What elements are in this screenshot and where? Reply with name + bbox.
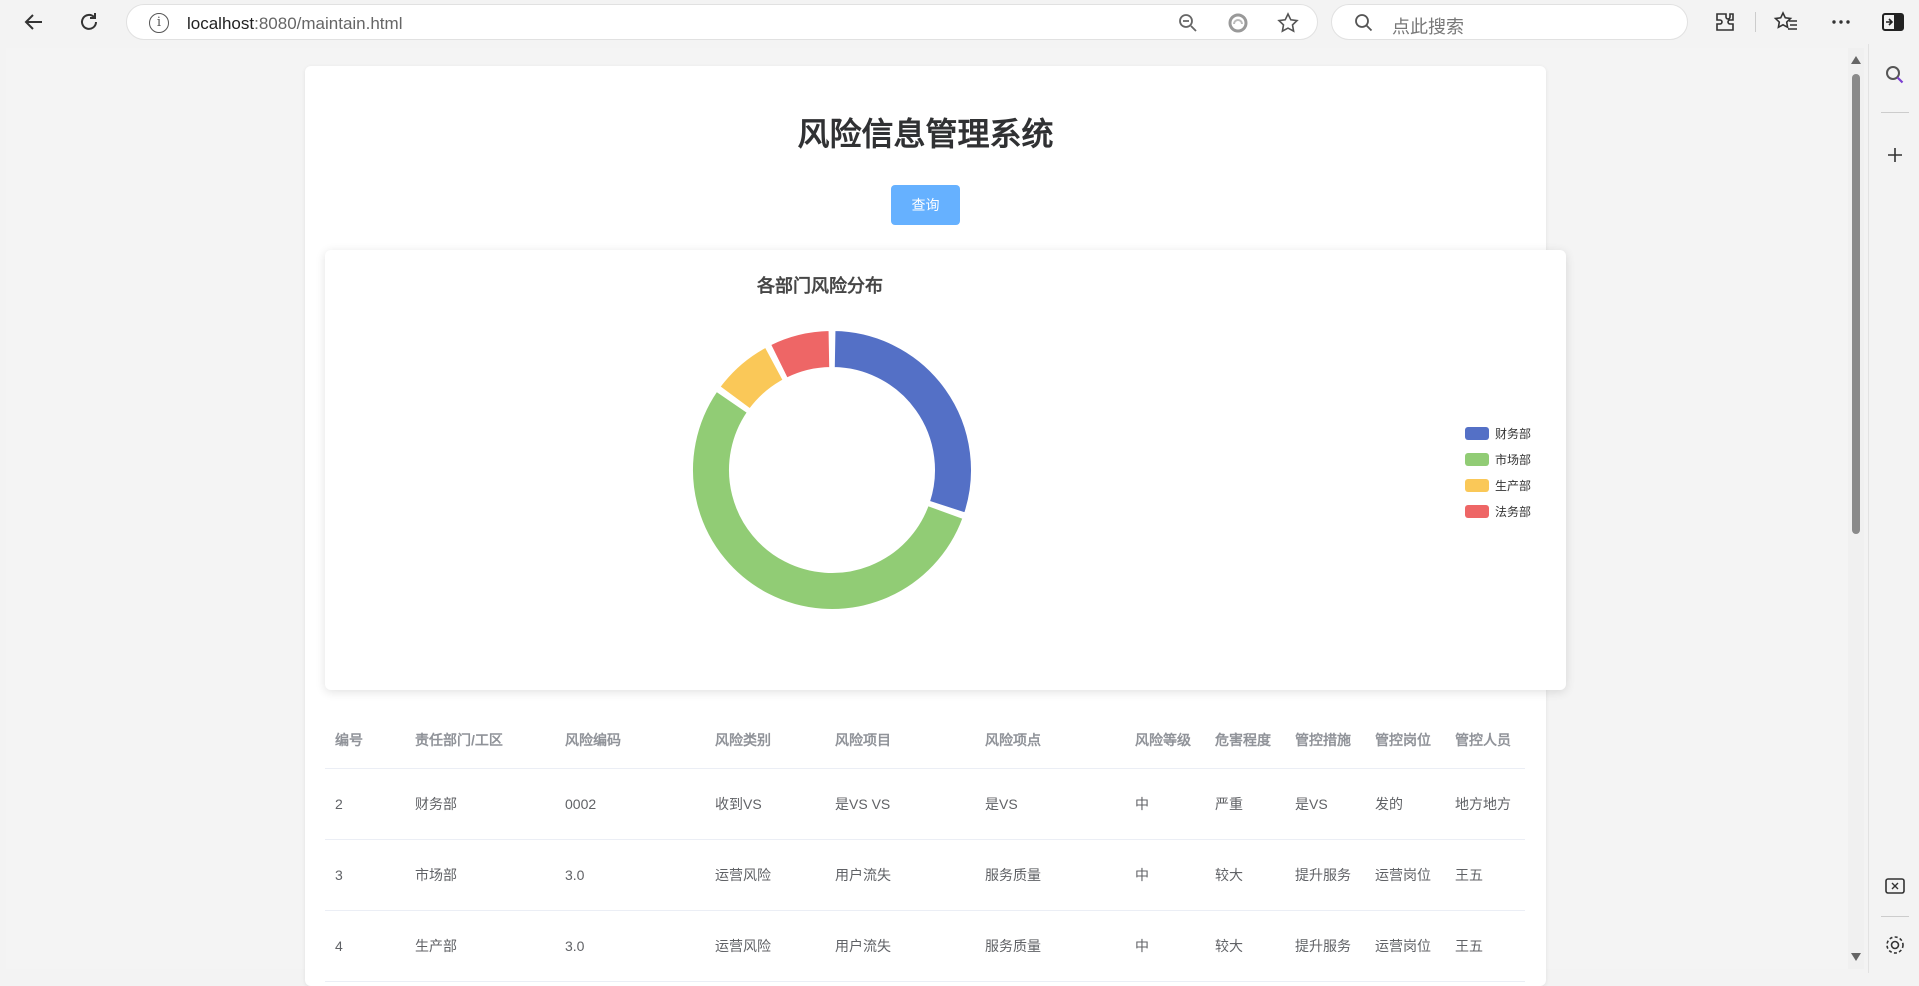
table-header-cell: 风险编码 xyxy=(555,712,705,769)
table-header-cell: 风险类别 xyxy=(705,712,825,769)
table-cell: 严重 xyxy=(1205,768,1285,840)
legend-item[interactable]: 财务部 xyxy=(1465,420,1531,446)
table-cell: 服务质量 xyxy=(975,839,1125,911)
toolbar-divider xyxy=(1755,12,1756,32)
table-cell: 中 xyxy=(1125,910,1205,982)
table-header-cell: 风险项点 xyxy=(975,712,1125,769)
sidebar-divider xyxy=(1881,916,1909,917)
table-cell: 王五 xyxy=(1445,910,1525,982)
chart-panel: 各部门风险分布 财务部 市场部 生产部 法务部 xyxy=(325,250,1566,690)
legend-swatch xyxy=(1465,478,1489,492)
table-header-cell: 风险项目 xyxy=(825,712,975,769)
risk-table: 编号 责任部门/工区 风险编码 风险类别 风险项目 风险项点 风险等级 危害程度 管控措施 管控岗… xyxy=(325,712,1525,982)
address-url[interactable]: localhost:8080/maintain.html xyxy=(187,14,402,34)
table-cell: 用户流失 xyxy=(825,910,975,982)
table-cell: 较大 xyxy=(1205,910,1285,982)
query-button[interactable]: 查询 xyxy=(891,185,960,225)
table-header-cell: 风险等级 xyxy=(1125,712,1205,769)
legend-label: 法务部 xyxy=(1495,504,1532,519)
table-cell: 生产部 xyxy=(405,910,555,982)
table-cell: 运营岗位 xyxy=(1365,839,1445,911)
page-title: 风险信息管理系统 xyxy=(797,116,1054,152)
table-cell: 是VS xyxy=(1285,768,1365,840)
table-cell: 提升服务 xyxy=(1285,910,1365,982)
legend-item[interactable]: 生产部 xyxy=(1465,472,1531,498)
donut-chart xyxy=(691,329,973,611)
sidebar-search-icon[interactable] xyxy=(1882,62,1908,88)
legend-item[interactable]: 法务部 xyxy=(1465,498,1531,524)
page-scrollbar[interactable] xyxy=(1848,48,1864,969)
scroll-down-arrow[interactable] xyxy=(1851,953,1861,961)
table-header-cell: 管控措施 xyxy=(1285,712,1365,769)
search-placeholder: 点此搜索 xyxy=(1392,17,1464,37)
table-header-cell: 管控人员 xyxy=(1445,712,1525,769)
table-cell: 4 xyxy=(325,910,405,982)
favorite-star-icon[interactable] xyxy=(1277,12,1299,34)
table-cell: 中 xyxy=(1125,839,1205,911)
table-cell: 运营岗位 xyxy=(1365,910,1445,982)
table-cell: 中 xyxy=(1125,768,1205,840)
table-row[interactable]: 4 生产部 3.0 运营风险 用户流失 服务质量中较大 提升服务 运营岗位 王五 xyxy=(325,910,1525,982)
more-icon[interactable] xyxy=(1828,9,1854,35)
table-header-row: 编号 责任部门/工区 风险编码 风险类别 风险项目 风险项点 风险等级 危害程度 管控措施 管控岗… xyxy=(325,712,1525,769)
table-cell: 是VS xyxy=(975,768,1125,840)
sidebar-toggle-icon[interactable] xyxy=(1880,9,1906,35)
screenshot-icon[interactable] xyxy=(1882,874,1908,900)
scrollbar-thumb[interactable] xyxy=(1852,74,1860,534)
table-cell: 2 xyxy=(325,768,405,840)
table-row[interactable]: 3 市场部 3.0 运营风险 用户流失 服务质量中较大 提升服务 运营岗位 王五 xyxy=(325,839,1525,911)
table-cell: 运营风险 xyxy=(705,910,825,982)
favorites-icon[interactable] xyxy=(1773,9,1799,35)
table-body: 2 财务部 0002 收到VS 是VS VS 是VS 中严重 是VS 发的 地方地方 3 市场部 3.0… xyxy=(325,768,1525,982)
table-cell: 地方地方 xyxy=(1445,768,1525,840)
table-cell: 市场部 xyxy=(405,839,555,911)
browser-search-box[interactable]: 点此搜索 xyxy=(1331,4,1688,40)
table-cell: 运营风险 xyxy=(705,839,825,911)
table-cell: 3.0 xyxy=(555,910,705,982)
donut-slice-0[interactable] xyxy=(832,329,973,515)
search-icon xyxy=(1354,13,1374,38)
address-bar[interactable]: i localhost:8080/maintain.html xyxy=(126,4,1318,40)
site-info-icon[interactable]: i xyxy=(149,13,169,33)
table-row[interactable]: 2 财务部 0002 收到VS 是VS VS 是VS 中严重 是VS 发的 地方地方 xyxy=(325,768,1525,840)
legend-item[interactable]: 市场部 xyxy=(1465,446,1531,472)
edge-icon[interactable] xyxy=(1227,12,1249,34)
settings-gear-icon[interactable] xyxy=(1882,932,1908,958)
table-cell: 王五 xyxy=(1445,839,1525,911)
table-cell: 财务部 xyxy=(405,768,555,840)
legend-label: 财务部 xyxy=(1495,426,1532,441)
sidebar-divider xyxy=(1881,112,1909,113)
scroll-up-arrow[interactable] xyxy=(1851,56,1861,64)
table-cell: 收到VS xyxy=(705,768,825,840)
table-header-cell: 编号 xyxy=(325,712,405,769)
legend-swatch xyxy=(1465,426,1489,440)
legend-label: 生产部 xyxy=(1495,478,1532,493)
table-cell: 发的 xyxy=(1365,768,1445,840)
browser-sidebar xyxy=(1868,44,1919,973)
extensions-icon[interactable] xyxy=(1712,9,1738,35)
legend-label: 市场部 xyxy=(1495,452,1532,467)
table-cell: 3.0 xyxy=(555,839,705,911)
reload-icon[interactable] xyxy=(74,7,104,37)
table-cell: 用户流失 xyxy=(825,839,975,911)
legend-swatch xyxy=(1465,452,1489,466)
table-header-cell: 危害程度 xyxy=(1205,712,1285,769)
table-cell: 较大 xyxy=(1205,839,1285,911)
table-cell: 提升服务 xyxy=(1285,839,1365,911)
zoom-out-icon[interactable] xyxy=(1177,12,1199,34)
add-icon[interactable] xyxy=(1882,142,1908,168)
back-icon[interactable] xyxy=(19,7,49,37)
table-cell: 3 xyxy=(325,839,405,911)
table-cell: 是VS VS xyxy=(825,768,975,840)
legend-swatch xyxy=(1465,504,1489,518)
table-header-cell: 管控岗位 xyxy=(1365,712,1445,769)
table-cell: 0002 xyxy=(555,768,705,840)
table-header-cell: 责任部门/工区 xyxy=(405,712,555,769)
table-cell: 服务质量 xyxy=(975,910,1125,982)
chart-legend: 财务部市场部生产部法务部 xyxy=(1465,420,1531,524)
browser-toolbar: i localhost:8080/maintain.html 点此搜索 xyxy=(0,0,1919,44)
